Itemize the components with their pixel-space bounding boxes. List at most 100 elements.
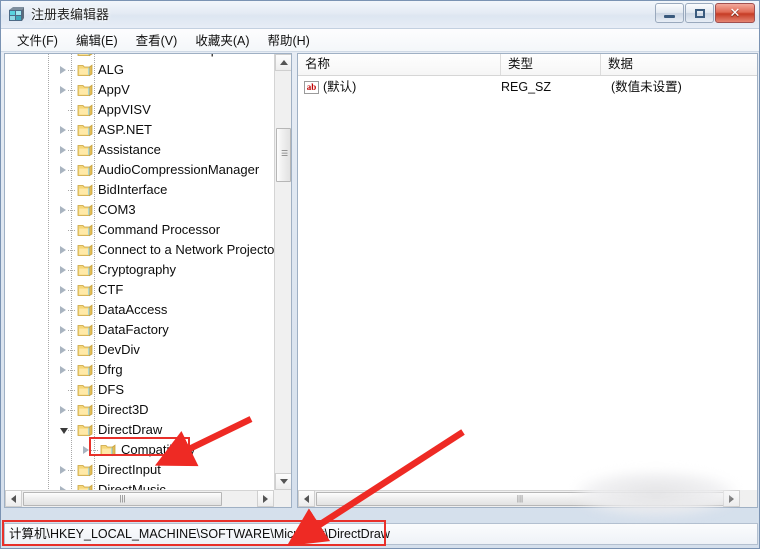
column-type[interactable]: 类型 [501, 54, 601, 75]
folder-icon [77, 304, 93, 317]
value-data-cell: (数值未设置) [611, 80, 682, 94]
tree-node[interactable]: ALG [5, 60, 275, 80]
title-bar: 注册表编辑器 ✕ [1, 1, 759, 29]
chevron-left-icon [304, 494, 309, 503]
scroll-right-button[interactable] [257, 490, 274, 507]
registry-values-pane[interactable]: 名称 类型 数据 ab (默认) REG_SZ (数值未设置) ||| [297, 53, 758, 508]
close-button[interactable]: ✕ [715, 3, 755, 23]
folder-icon [77, 404, 93, 417]
tree-connector-line [68, 210, 76, 211]
chevron-right-icon [263, 494, 268, 503]
column-data[interactable]: 数据 [601, 54, 757, 75]
column-name[interactable]: 名称 [298, 54, 501, 75]
tree-node-label: DFS [98, 382, 124, 397]
minimize-icon [656, 4, 683, 22]
regedit-window: 注册表编辑器 ✕ 文件(F)编辑(E)查看(V)收藏夹(A)帮助(H) Adva… [0, 0, 760, 549]
tree-connector-line [68, 190, 76, 191]
tree-connector-line [68, 310, 76, 311]
tree-hscroll-thumb[interactable]: ||| [23, 492, 222, 506]
tree-node[interactable]: Connect to a Network Projector [5, 240, 275, 260]
tree-node[interactable]: AudioCompressionManager [5, 160, 275, 180]
list-hscroll-thumb[interactable]: ||| [316, 492, 724, 506]
expand-triangle-icon[interactable] [60, 246, 66, 254]
folder-icon [77, 324, 93, 337]
scroll-grip-icon: ||| [516, 494, 524, 503]
tree-node-label: DataFactory [98, 322, 169, 337]
registry-value-row[interactable]: ab (默认) REG_SZ (数值未设置) [298, 77, 757, 98]
expand-triangle-icon[interactable] [60, 66, 66, 74]
tree-node[interactable]: DirectInput [5, 460, 275, 480]
folder-icon [77, 364, 93, 377]
registry-tree-pane[interactable]: Advanced INF SetupALGAppVAppVISVASP.NETA… [4, 53, 292, 508]
folder-icon [77, 84, 93, 97]
folder-icon [77, 164, 93, 177]
folder-icon [77, 284, 93, 297]
expand-triangle-icon[interactable] [60, 86, 66, 94]
tree-node-label: Connect to a Network Projector [98, 242, 275, 257]
tree-node[interactable]: DevDiv [5, 340, 275, 360]
tree-horizontal-scrollbar[interactable]: ||| [5, 490, 274, 507]
tree-node[interactable]: Cryptography [5, 260, 275, 280]
expand-triangle-icon[interactable] [60, 466, 66, 474]
folder-icon [77, 464, 93, 477]
menu-file[interactable]: 文件(F) [8, 27, 67, 53]
tree-connector-line [68, 110, 76, 111]
tree-node[interactable]: ASP.NET [5, 120, 275, 140]
tree-node[interactable]: COM3 [5, 200, 275, 220]
tree-connector-line [68, 230, 76, 231]
tree-node-selected[interactable]: DirectDraw [5, 420, 275, 440]
tree-connector-line [68, 330, 76, 331]
expand-triangle-icon[interactable] [60, 326, 66, 334]
tree-connector-line [68, 150, 76, 151]
tree-node[interactable]: CTF [5, 280, 275, 300]
tree-node[interactable]: Command Processor [5, 220, 275, 240]
tree-node-label: ASP.NET [98, 122, 152, 137]
menu-edit[interactable]: 编辑(E) [67, 27, 127, 53]
expand-triangle-icon[interactable] [60, 126, 66, 134]
tree-node[interactable]: AppV [5, 80, 275, 100]
folder-icon [77, 104, 93, 117]
list-scroll-right-button[interactable] [723, 490, 740, 507]
scroll-left-button[interactable] [5, 490, 22, 507]
tree-node[interactable]: Compatibility [5, 440, 275, 460]
expand-triangle-icon[interactable] [60, 166, 66, 174]
list-scroll-left-button[interactable] [298, 490, 315, 507]
tree-node[interactable]: Direct3D [5, 400, 275, 420]
maximize-icon [686, 4, 713, 22]
menu-view[interactable]: 查看(V) [127, 27, 187, 53]
tree-node[interactable]: DataAccess [5, 300, 275, 320]
expand-triangle-icon[interactable] [83, 446, 89, 454]
chevron-right-icon [729, 494, 734, 503]
expand-triangle-icon[interactable] [60, 406, 66, 414]
expand-triangle-icon[interactable] [60, 286, 66, 294]
tree-node[interactable]: Dfrg [5, 360, 275, 380]
tree-scroll-thumb[interactable]: ☰ [276, 128, 291, 182]
minimize-button[interactable] [655, 3, 684, 23]
tree-node-label: Direct3D [98, 402, 149, 417]
tree-connector-line [68, 430, 76, 431]
menu-help[interactable]: 帮助(H) [258, 27, 318, 53]
close-icon: ✕ [729, 5, 741, 20]
expand-triangle-icon[interactable] [60, 366, 66, 374]
tree-node[interactable]: BidInterface [5, 180, 275, 200]
scroll-down-button[interactable] [275, 473, 291, 490]
expand-triangle-icon[interactable] [60, 346, 66, 354]
expand-triangle-icon[interactable] [60, 266, 66, 274]
tree-connector-line [68, 90, 76, 91]
tree-scroll-viewport: Advanced INF SetupALGAppVAppVISVASP.NETA… [5, 54, 275, 494]
tree-node-label: DevDiv [98, 342, 140, 357]
maximize-button[interactable] [685, 3, 714, 23]
expand-triangle-icon[interactable] [60, 306, 66, 314]
tree-node[interactable]: Assistance [5, 140, 275, 160]
tree-node[interactable]: DFS [5, 380, 275, 400]
tree-node[interactable]: DataFactory [5, 320, 275, 340]
collapse-triangle-icon[interactable] [60, 428, 68, 434]
tree-vertical-scrollbar[interactable]: ☰ [274, 54, 291, 490]
scroll-up-button[interactable] [275, 54, 291, 71]
tree-node-label: Assistance [98, 142, 161, 157]
list-horizontal-scrollbar[interactable]: ||| [298, 490, 740, 507]
menu-favorites[interactable]: 收藏夹(A) [186, 27, 258, 53]
tree-node[interactable]: AppVISV [5, 100, 275, 120]
expand-triangle-icon[interactable] [60, 146, 66, 154]
expand-triangle-icon[interactable] [60, 206, 66, 214]
